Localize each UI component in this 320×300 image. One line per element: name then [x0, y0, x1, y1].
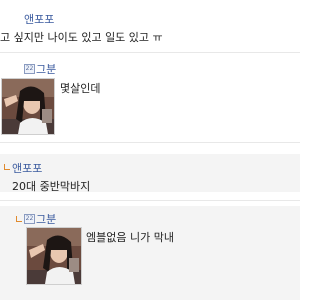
divider: [0, 142, 300, 143]
divider: [0, 52, 300, 53]
photo-image: [27, 228, 81, 284]
comment-text: 고 싶지만 나이도 있고 일도 있고 ㅠ: [0, 31, 163, 44]
reply-arrow-icon: [16, 216, 22, 222]
comment-author[interactable]: 앤포포: [24, 11, 54, 27]
reply-text: 20대 중반막바지: [12, 180, 91, 193]
attached-photo[interactable]: [1, 78, 55, 135]
comment-text: 몇살인데: [60, 82, 101, 95]
divider: [0, 200, 300, 201]
member-badge-icon: 22: [24, 64, 35, 74]
comment-author[interactable]: 그분: [36, 61, 56, 77]
reply-arrow-icon: [4, 164, 10, 170]
member-badge-icon: 22: [24, 214, 35, 224]
attached-photo[interactable]: [26, 227, 82, 285]
reply-text: 엠블없음 니가 막내: [86, 231, 174, 244]
photo-image: [2, 79, 54, 134]
reply-author[interactable]: 앤포포: [12, 160, 42, 176]
reply-author[interactable]: 그분: [36, 211, 56, 227]
